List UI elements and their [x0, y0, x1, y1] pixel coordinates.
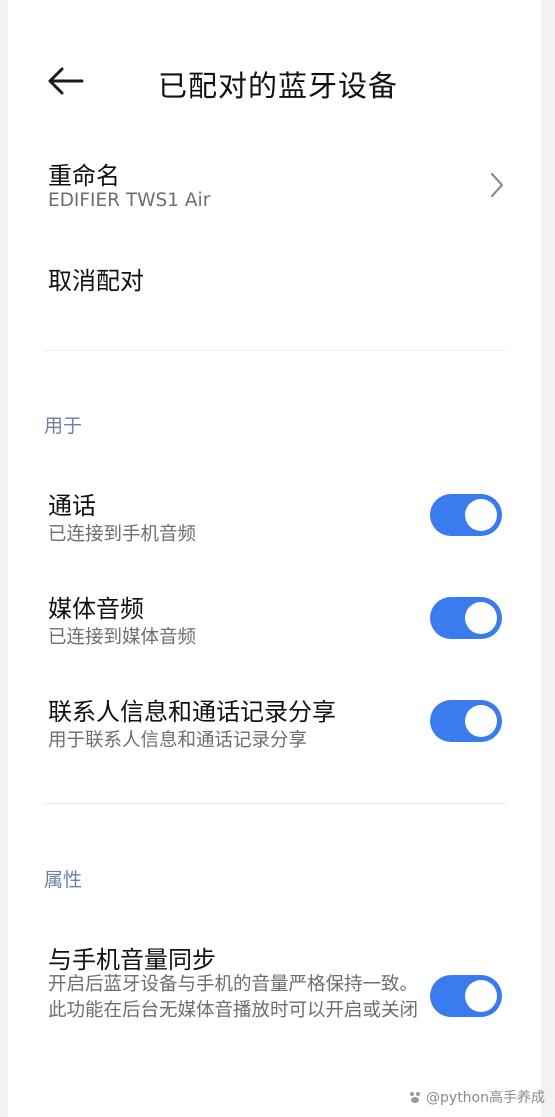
toggle-knob [465, 980, 497, 1012]
arrow-left-icon [48, 67, 84, 95]
setting-row-calls: 通话 已连接到手机音频 [8, 480, 541, 550]
toggle-knob [465, 602, 497, 634]
media-audio-toggle[interactable] [430, 597, 502, 639]
back-button[interactable] [38, 60, 88, 102]
header: 已配对的蓝牙设备 [8, 0, 541, 160]
setting-subtitle: 已连接到手机音频 [48, 524, 197, 545]
setting-row-volume-sync: 与手机音量同步 开启后蓝牙设备与手机的音量严格保持一致。此功能在后台无媒体音播放… [8, 934, 541, 1064]
settings-screen: 已配对的蓝牙设备 重命名 EDIFIER TWS1 Air 取消配对 用于 通话… [8, 0, 541, 1117]
unpair-title: 取消配对 [48, 267, 144, 295]
page-title: 已配对的蓝牙设备 [158, 69, 399, 103]
rename-title: 重命名 [48, 162, 120, 190]
rename-row[interactable]: 重命名 EDIFIER TWS1 Air [8, 150, 541, 220]
setting-title: 联系人信息和通话记录分享 [48, 698, 336, 726]
setting-title: 媒体音频 [48, 595, 144, 623]
setting-row-contacts-share: 联系人信息和通话记录分享 用于联系人信息和通话记录分享 [8, 686, 541, 756]
divider [43, 803, 506, 804]
setting-title: 与手机音量同步 [48, 946, 216, 974]
chevron-right-icon [490, 172, 504, 198]
calls-toggle[interactable] [430, 494, 502, 536]
watermark: @python高手养成 [408, 1087, 545, 1107]
toggle-knob [465, 705, 497, 737]
section-label-usage: 用于 [44, 415, 83, 437]
setting-subtitle: 开启后蓝牙设备与手机的音量严格保持一致。此功能在后台无媒体音播放时可以开启或关闭 [48, 974, 419, 1021]
setting-row-media-audio: 媒体音频 已连接到媒体音频 [8, 583, 541, 653]
setting-title: 通话 [48, 492, 96, 520]
section-label-properties: 属性 [44, 869, 83, 891]
device-name: EDIFIER TWS1 Air [48, 190, 211, 211]
setting-subtitle: 用于联系人信息和通话记录分享 [48, 730, 308, 751]
contacts-share-toggle[interactable] [430, 700, 502, 742]
setting-subtitle: 已连接到媒体音频 [48, 627, 197, 648]
toggle-knob [465, 499, 497, 531]
paw-icon [410, 1092, 421, 1103]
volume-sync-toggle[interactable] [430, 975, 502, 1017]
watermark-text: @python高手养成 [426, 1090, 545, 1106]
divider [43, 350, 506, 351]
unpair-row[interactable]: 取消配对 [8, 255, 541, 305]
